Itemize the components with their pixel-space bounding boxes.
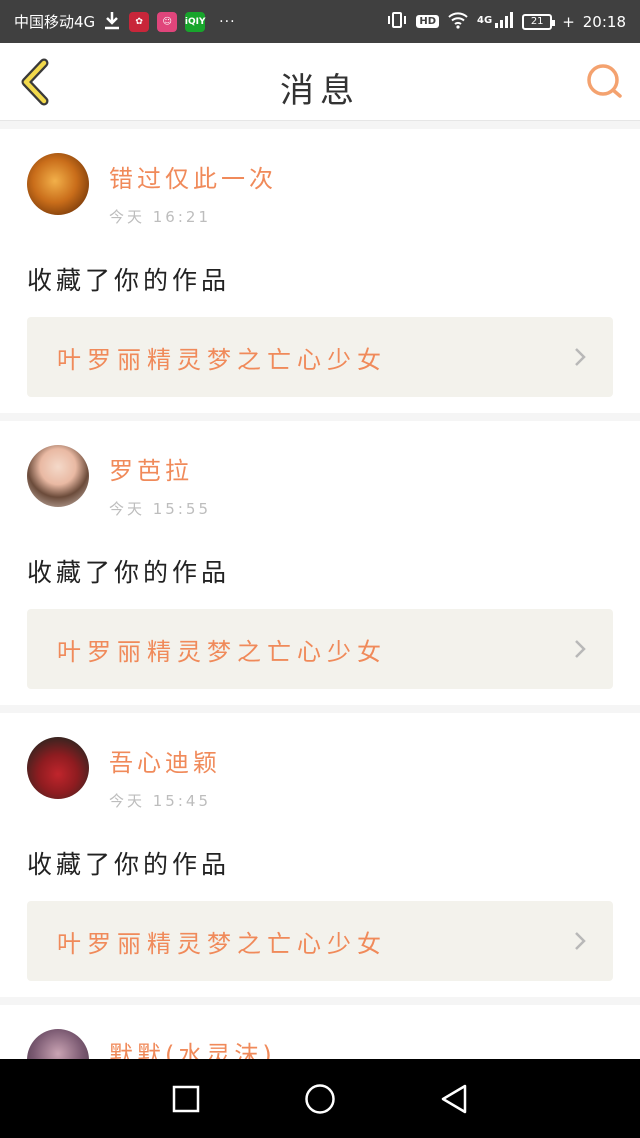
timestamp: 今天 15:45 xyxy=(109,792,211,810)
avatar[interactable] xyxy=(27,737,89,799)
message-header: 吾心迪颖 今天 15:45 xyxy=(27,737,613,811)
more-notifications-icon: ··· xyxy=(219,13,236,30)
message-card: 吾心迪颖 今天 15:45 收藏了你的作品 叶罗丽精灵梦之亡心少女 xyxy=(0,713,640,997)
username[interactable]: 错过仅此一次 xyxy=(109,159,277,194)
page-title: 消息 xyxy=(280,71,360,111)
avatar[interactable] xyxy=(27,153,89,215)
chevron-right-icon xyxy=(575,348,586,366)
action-text: 收藏了你的作品 xyxy=(27,850,231,879)
message-card: 罗芭拉 今天 15:55 收藏了你的作品 叶罗丽精灵梦之亡心少女 xyxy=(0,421,640,705)
huawei-icon: ✿ xyxy=(129,11,150,32)
username[interactable]: 吾心迪颖 xyxy=(109,743,221,778)
charging-icon: + xyxy=(562,12,575,31)
chevron-right-icon xyxy=(575,640,586,658)
system-nav-bar xyxy=(0,1059,640,1138)
search-button[interactable] xyxy=(584,61,626,103)
message-card: 默默(水灵沫) xyxy=(0,1005,640,1059)
status-bar-right: HD 4G 21 + 20:18 xyxy=(386,11,626,33)
game-icon: ☺ xyxy=(157,11,178,32)
action-text: 收藏了你的作品 xyxy=(27,266,231,295)
carrier-label: 中国移动4G xyxy=(14,13,96,31)
network-type: 4G xyxy=(477,14,493,26)
username[interactable]: 默默(水灵沫) xyxy=(109,1035,276,1059)
username[interactable]: 罗芭拉 xyxy=(109,451,211,486)
vibrate-icon xyxy=(386,11,408,33)
download-icon xyxy=(103,10,121,34)
timestamp: 今天 16:21 xyxy=(109,208,211,226)
battery-icon: 21 xyxy=(522,13,556,30)
status-bar-left: 中国移动4G ✿ ☺ iQIY ··· xyxy=(14,10,236,34)
work-link[interactable]: 叶罗丽精灵梦之亡心少女 xyxy=(27,901,613,981)
signal-icon xyxy=(494,11,514,33)
work-link[interactable]: 叶罗丽精灵梦之亡心少女 xyxy=(27,317,613,397)
circle-icon xyxy=(305,1083,335,1114)
work-title: 叶罗丽精灵梦之亡心少女 xyxy=(57,637,387,666)
message-header: 默默(水灵沫) xyxy=(27,1029,613,1059)
recents-button[interactable] xyxy=(172,1085,200,1113)
back-system-button[interactable] xyxy=(440,1084,468,1114)
nav-bar: 消息 xyxy=(0,43,640,121)
square-icon xyxy=(172,1085,200,1112)
avatar[interactable] xyxy=(27,1029,89,1059)
iqiyi-icon: iQIY xyxy=(185,11,205,32)
avatar[interactable] xyxy=(27,445,89,507)
work-title: 叶罗丽精灵梦之亡心少女 xyxy=(57,345,387,374)
message-header: 罗芭拉 今天 15:55 xyxy=(27,445,613,519)
message-list[interactable]: 错过仅此一次 今天 16:21 收藏了你的作品 叶罗丽精灵梦之亡心少女 罗芭拉 … xyxy=(0,121,640,1059)
message-meta: 吾心迪颖 今天 15:45 xyxy=(109,737,221,811)
home-button[interactable] xyxy=(304,1083,336,1115)
message-header: 错过仅此一次 今天 16:21 xyxy=(27,153,613,227)
clock: 20:18 xyxy=(582,12,626,31)
chevron-right-icon xyxy=(575,932,586,950)
wifi-icon xyxy=(447,11,469,33)
status-bar: 中国移动4G ✿ ☺ iQIY ··· HD 4G 21 + 20:18 xyxy=(0,0,640,43)
message-meta: 错过仅此一次 今天 16:21 xyxy=(109,153,277,227)
timestamp: 今天 15:55 xyxy=(109,500,211,518)
work-title: 叶罗丽精灵梦之亡心少女 xyxy=(57,929,387,958)
triangle-back-icon xyxy=(441,1084,467,1113)
hd-badge: HD xyxy=(416,15,440,28)
action-text: 收藏了你的作品 xyxy=(27,558,231,587)
work-link[interactable]: 叶罗丽精灵梦之亡心少女 xyxy=(27,609,613,689)
message-card: 错过仅此一次 今天 16:21 收藏了你的作品 叶罗丽精灵梦之亡心少女 xyxy=(0,129,640,413)
message-meta: 罗芭拉 今天 15:55 xyxy=(109,445,211,519)
message-meta: 默默(水灵沫) xyxy=(109,1029,276,1059)
search-icon xyxy=(587,64,622,98)
